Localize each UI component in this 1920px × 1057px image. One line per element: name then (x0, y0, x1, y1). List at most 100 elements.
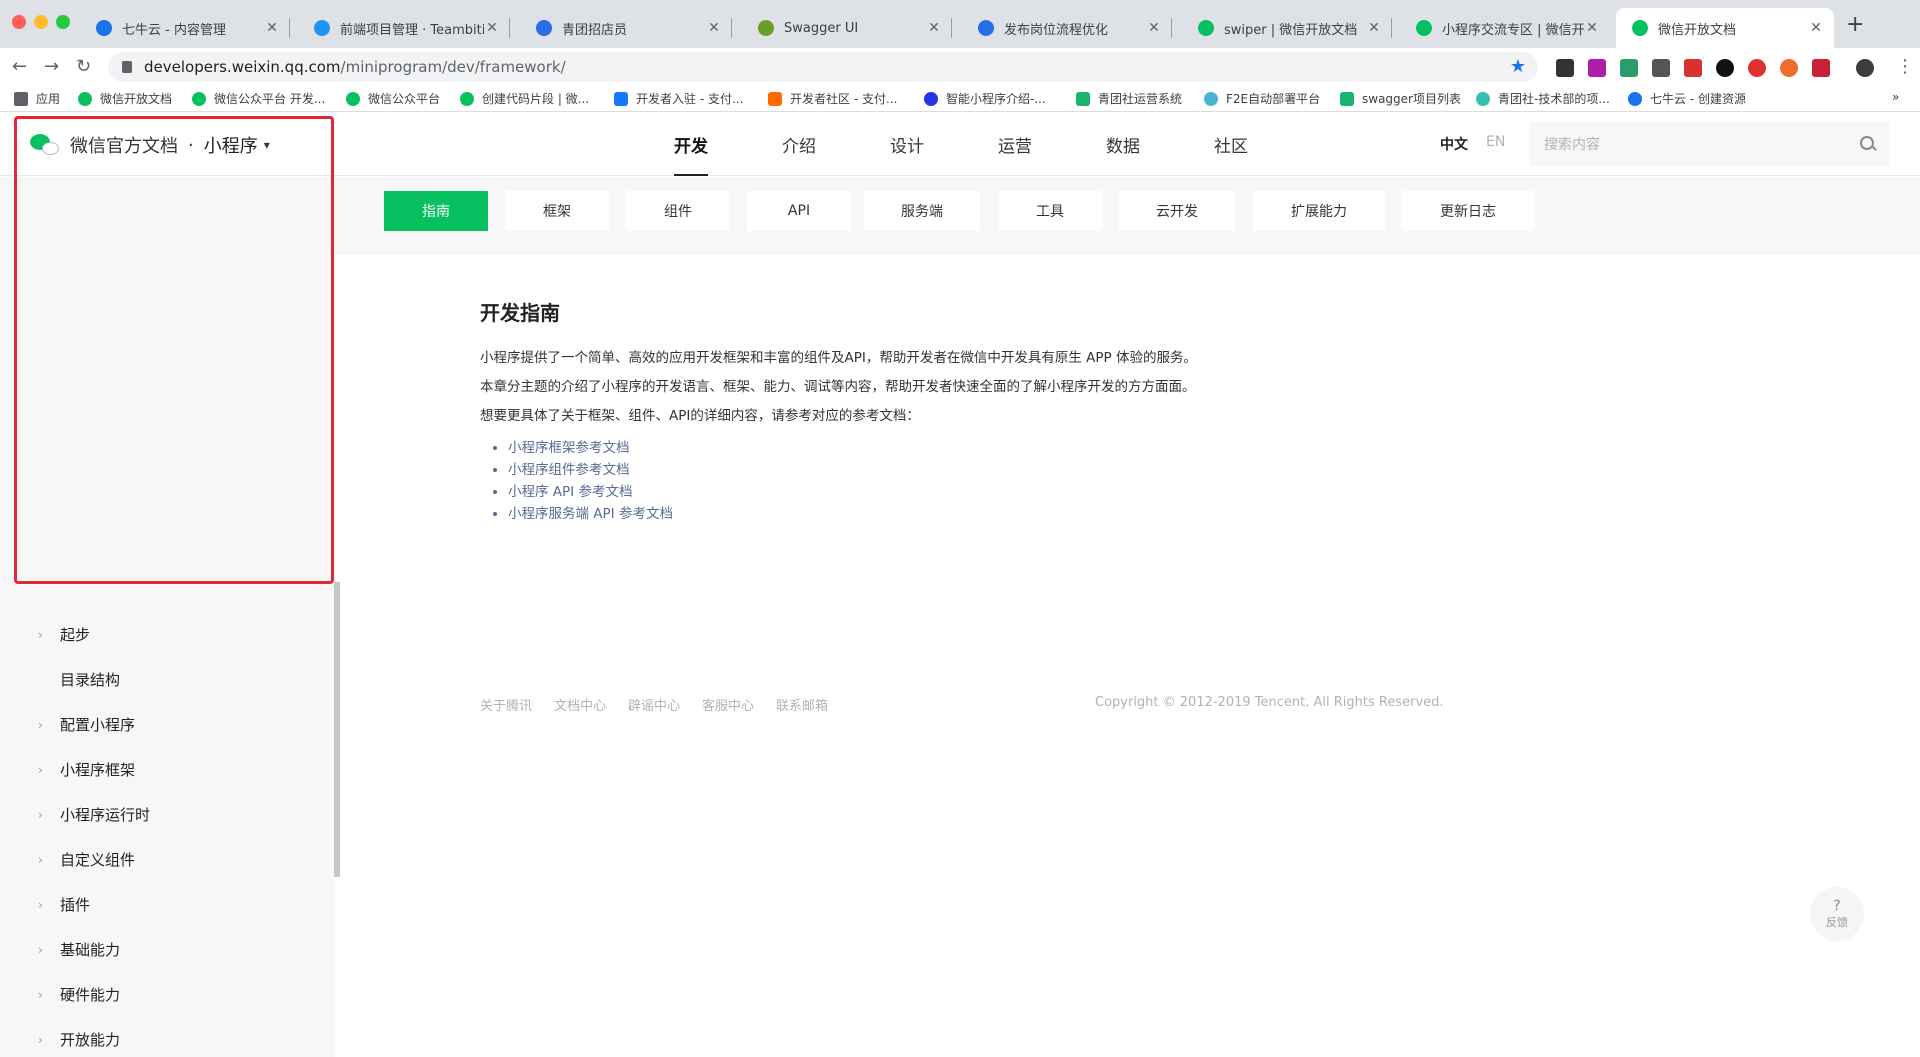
browser-tab[interactable]: 青团招店员 ✕ (520, 8, 732, 48)
qr-code-extension-icon[interactable] (1556, 59, 1574, 77)
close-tab-icon[interactable]: ✕ (1146, 20, 1162, 36)
browser-tab[interactable]: Swagger UI ✕ (742, 8, 952, 48)
sidebar-item-runtime[interactable]: › 小程序运行时 (38, 804, 150, 825)
fe-helper-icon[interactable] (1684, 59, 1702, 77)
bookmark-label: 应用 (36, 92, 61, 106)
browser-tab[interactable]: 七牛云 - 内容管理 ✕ (80, 8, 290, 48)
sidebar-item-plugins[interactable]: › 插件 (38, 894, 90, 915)
nav-item-operations[interactable]: 运营 (998, 112, 1032, 176)
bookmark-item[interactable]: 创建代码片段 | 微... (460, 90, 589, 107)
extension-icon[interactable] (1588, 59, 1606, 77)
bookmark-item[interactable]: 开发者入驻 - 支付... (614, 90, 743, 107)
bookmark-item[interactable]: 开发者社区 - 支付... (768, 90, 897, 107)
extension-icon[interactable] (1780, 59, 1798, 77)
close-tab-icon[interactable]: ✕ (484, 20, 500, 36)
vue-devtools-icon[interactable] (1620, 59, 1638, 77)
link-framework-docs[interactable]: 小程序框架参考文档 (508, 437, 1280, 459)
bookmark-item[interactable]: F2E自动部署平台 (1204, 90, 1320, 107)
back-icon[interactable]: ← (12, 56, 27, 77)
footer-link-docs[interactable]: 文档中心 (554, 695, 606, 714)
link-api-docs[interactable]: 小程序 API 参考文档 (508, 481, 1280, 503)
close-tab-icon[interactable]: ✕ (1584, 20, 1600, 36)
wechat-icon (346, 91, 360, 106)
reload-icon[interactable]: ↻ (76, 56, 91, 77)
sidebar-item-custom-components[interactable]: › 自定义组件 (38, 849, 135, 870)
nav-item-data[interactable]: 数据 (1106, 112, 1140, 176)
nav-item-develop[interactable]: 开发 (674, 112, 708, 176)
footer-link-support[interactable]: 客服中心 (702, 695, 754, 714)
link-server-api-docs[interactable]: 小程序服务端 API 参考文档 (508, 503, 1280, 525)
paragraph: 本章分主题的介绍了小程序的开发语言、框架、能力、调试等内容，帮助开发者快速全面的… (480, 379, 1196, 395)
bookmark-item[interactable]: 七牛云 - 创建资源 (1628, 90, 1746, 107)
tab-tools[interactable]: 工具 (998, 191, 1102, 231)
browser-tab[interactable]: 小程序交流专区 | 微信开放社 ✕ (1400, 8, 1610, 48)
feedback-button[interactable]: ? 反馈 (1810, 887, 1864, 941)
bookmark-item[interactable]: 微信公众平台 开发... (192, 90, 325, 107)
link-component-docs[interactable]: 小程序组件参考文档 (508, 459, 1280, 481)
bookmark-item[interactable]: 微信开放文档 (78, 90, 172, 107)
close-tab-icon[interactable]: ✕ (264, 20, 280, 36)
teambition-favicon-icon (314, 20, 330, 36)
browser-menu-icon[interactable]: ⋮ (1896, 56, 1914, 77)
close-tab-icon[interactable]: ✕ (1808, 20, 1824, 36)
nav-item-community[interactable]: 社区 (1214, 112, 1248, 176)
minimize-window-button[interactable] (34, 15, 48, 29)
question-icon: ? (1833, 898, 1841, 914)
sidebar-scrollbar[interactable] (334, 582, 340, 877)
bookmark-item[interactable]: 青团社运营系统 (1076, 90, 1182, 107)
sidebar-item-framework[interactable]: › 小程序框架 (38, 759, 135, 780)
sidebar-item-hardware[interactable]: › 硬件能力 (38, 984, 120, 1005)
lang-zh-button[interactable]: 中文 (1440, 134, 1468, 154)
sidebar-item-config[interactable]: › 配置小程序 (38, 714, 135, 735)
tab-framework[interactable]: 框架 (505, 191, 609, 231)
bookmark-item[interactable]: 智能小程序介绍-... (924, 90, 1046, 107)
sidebar-item-getting-started[interactable]: › 起步 (38, 624, 90, 645)
tab-server[interactable]: 服务端 (864, 191, 980, 231)
tab-title: 发布岗位流程优化 (1004, 22, 1109, 38)
new-tab-button[interactable]: + (1846, 12, 1864, 37)
tab-cloud[interactable]: 云开发 (1119, 191, 1235, 231)
cors-extension-icon[interactable] (1812, 59, 1830, 77)
browser-tab[interactable]: 发布岗位流程优化 ✕ (962, 8, 1172, 48)
sidebar-item-label: 硬件能力 (60, 986, 121, 1004)
tab-guide[interactable]: 指南 (384, 191, 488, 231)
bookmark-apps[interactable]: 应用 (14, 90, 60, 107)
footer-link-email[interactable]: 联系邮箱 (776, 695, 828, 714)
close-tab-icon[interactable]: ✕ (1366, 20, 1382, 36)
footer-link-rumor[interactable]: 辟谣中心 (628, 695, 680, 714)
page-title: 开发指南 (480, 301, 560, 325)
bookmark-item[interactable]: 微信公众平台 (346, 90, 440, 107)
forward-icon[interactable]: → (44, 56, 59, 77)
bookmark-star-icon[interactable]: ★ (1510, 56, 1526, 77)
browser-tab-active[interactable]: 微信开放文档 ✕ (1616, 8, 1834, 48)
search-icon[interactable] (1860, 136, 1876, 152)
sidebar-item-open-capabilities[interactable]: › 开放能力 (38, 1029, 120, 1050)
maximize-window-button[interactable] (56, 15, 70, 29)
formula-extension-icon[interactable] (1652, 59, 1670, 77)
close-tab-icon[interactable]: ✕ (926, 20, 942, 36)
tab-api[interactable]: API (747, 191, 851, 231)
tab-components[interactable]: 组件 (626, 191, 730, 231)
tab-changelog[interactable]: 更新日志 (1402, 191, 1534, 231)
bookmark-item[interactable]: swagger项目列表 (1340, 90, 1461, 107)
extension-icon[interactable] (1748, 59, 1766, 77)
footer-link-about[interactable]: 关于腾讯 (480, 695, 532, 714)
nav-item-intro[interactable]: 介绍 (782, 112, 816, 176)
extension-icon[interactable] (1716, 59, 1734, 77)
close-window-button[interactable] (12, 15, 26, 29)
search-input[interactable] (1544, 136, 1860, 152)
lang-en-button[interactable]: EN (1486, 134, 1505, 150)
nav-item-design[interactable]: 设计 (890, 112, 924, 176)
sidebar-item-basic-capabilities[interactable]: › 基础能力 (38, 939, 120, 960)
close-tab-icon[interactable]: ✕ (706, 20, 722, 36)
profile-avatar[interactable] (1856, 59, 1874, 77)
tab-label: 服务端 (901, 204, 943, 220)
bookmark-item[interactable]: 青团社-技术部的项... (1476, 90, 1610, 107)
sidebar-item-directory-structure[interactable]: 目录结构 (38, 669, 120, 690)
browser-tab[interactable]: swiper | 微信开放文档 ✕ (1182, 8, 1392, 48)
chevron-right-icon: › (38, 1032, 43, 1047)
url-input[interactable]: developers.weixin.qq.com/miniprogram/dev… (108, 52, 1538, 82)
browser-tab[interactable]: 前端项目管理 · Teambition ✕ (298, 8, 510, 48)
bookmarks-overflow-button[interactable]: » (1892, 90, 1899, 104)
tab-extensions[interactable]: 扩展能力 (1253, 191, 1385, 231)
